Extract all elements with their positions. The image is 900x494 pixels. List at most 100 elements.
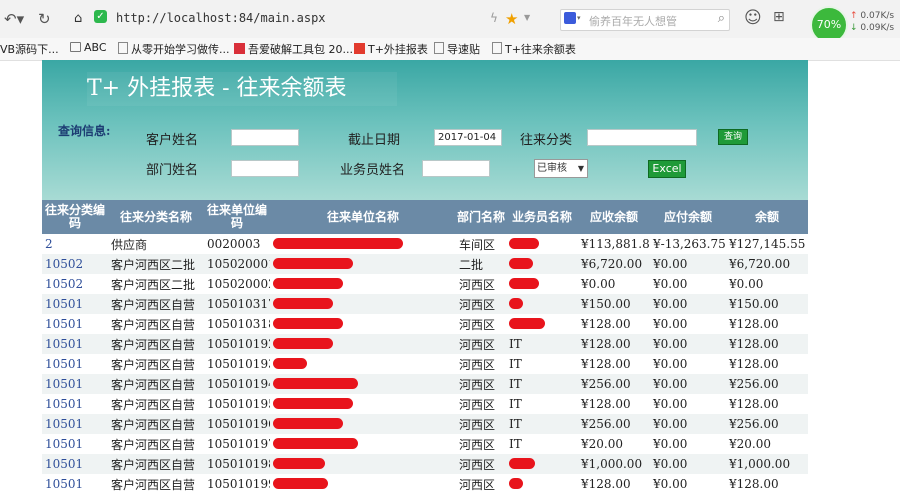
dept-name-input[interactable] [231,160,299,177]
refresh-icon[interactable]: ↻ [38,10,51,28]
cell-salesman [506,274,578,294]
cell-unit-code: 105010199 [204,474,270,494]
bookmark-item[interactable]: 从零开始学习做传... [118,41,230,57]
cell-text: ¥128.00 [729,477,779,491]
table-row[interactable]: 10501 客户河西区自营 105010193 河西区 IT ¥128.00 ¥0.00 ¥1… [42,354,808,374]
cell-text: ¥128.00 [581,317,631,331]
cell-text: 10501 [45,317,84,331]
cell-dept-name: 河西区 [456,434,506,454]
cell-text: 10501 [45,397,84,411]
cell-receivable: ¥113,881.80 [578,234,650,254]
table-row[interactable]: 10501 客户河西区自营 105010196 河西区 IT ¥256.00 ¥0.00 ¥2… [42,414,808,434]
cell-balance: ¥128.00 [726,314,808,334]
smiley-icon[interactable]: ☺ [744,8,762,28]
cell-text: 客户河西区二批 [111,277,196,292]
category-input[interactable] [587,129,697,146]
redaction-mark [509,278,539,289]
cell-text: 客户河西区二批 [111,257,196,272]
extensions-icon[interactable]: ⊞ [773,9,785,25]
redaction-mark [273,398,353,409]
bookmark-item[interactable]: ABC [70,41,107,54]
col-category-name[interactable]: 往来分类名称 [108,200,204,234]
cell-text: ¥20.00 [729,437,771,451]
excel-export-button[interactable]: Excel [648,160,686,178]
table-row[interactable]: 10501 客户河西区自营 105010194 河西区 IT ¥256.00 ¥0.00 ¥2… [42,374,808,394]
cell-dept-name: 河西区 [456,334,506,354]
table-row[interactable]: 10501 客户河西区自营 105010317 河西区 ¥150.00 ¥0.00 ¥150… [42,294,808,314]
cell-text: 105010193 [207,357,270,371]
favorite-star-icon[interactable]: ★ [505,10,518,28]
search-input[interactable]: ▾ 偷养百年无人想管 ⌕ [560,9,730,31]
col-receivable[interactable]: 应收余额 [578,200,650,234]
table-row[interactable]: 10501 客户河西区自营 105010195 河西区 IT ¥128.00 ¥0.00 ¥1… [42,394,808,414]
col-category-code[interactable]: 往来分类编码 [42,200,108,234]
customer-name-input[interactable] [231,129,299,146]
table-row[interactable]: 10502 客户河西区二批 105020002 河西区 ¥0.00 ¥0.00 ¥0.00 [42,274,808,294]
query-button[interactable]: 查询 [718,129,748,145]
cell-text: IT [509,377,522,391]
col-payable[interactable]: 应付余额 [650,200,726,234]
undo-icon[interactable]: ↶▾ [4,10,24,28]
chevron-down-icon[interactable]: ▾ [577,14,581,22]
audit-status-select[interactable]: 已审核 ▼ [534,159,588,178]
home-icon[interactable]: ⌂ [74,11,82,26]
lightning-icon[interactable]: ϟ [490,11,498,25]
network-speed-widget[interactable]: 70% ↑ 0.07K/s ↓ 0.09K/s [810,6,898,44]
col-salesman[interactable]: 业务员名称 [506,200,578,234]
cell-payable: ¥0.00 [650,414,726,434]
cell-balance: ¥150.00 [726,294,808,314]
cell-dept-name: 二批 [456,254,506,274]
cell-unit-code: 105020001 [204,254,270,274]
bookmark-item[interactable]: 导速贴 [434,41,480,57]
cell-category-name: 客户河西区二批 [108,254,204,274]
cutoff-date-input[interactable]: 2017-01-04 [434,129,502,146]
cell-dept-name: 河西区 [456,314,506,334]
cell-category-name: 客户河西区自营 [108,474,204,494]
chevron-down-icon[interactable]: ▼ [524,13,530,22]
bookmark-item[interactable]: T+外挂报表 [354,41,428,57]
customer-name-label: 客户姓名 [146,133,199,148]
table-row[interactable]: 10502 客户河西区二批 105020001 二批 ¥6,720.00 ¥0.00 ¥6,… [42,254,808,274]
bookmark-item[interactable]: VB源码下... [0,41,59,57]
redaction-mark [509,298,523,309]
cell-category-name: 客户河西区自营 [108,354,204,374]
address-bar[interactable]: ⌂ ✓ http://localhost:84/main.aspx [72,8,552,30]
search-icon[interactable]: ⌕ [718,11,725,26]
cell-salesman [506,454,578,474]
cell-text: 10502 [45,277,84,291]
cell-balance: ¥20.00 [726,434,808,454]
bookmark-item[interactable]: T+往来余额表 [492,41,576,57]
col-unit-code[interactable]: 往来单位编码 [204,200,270,234]
table-row[interactable]: 10501 客户河西区自营 105010197 河西区 IT ¥20.00 ¥0.00 ¥20… [42,434,808,454]
salesman-name-input[interactable] [422,160,490,177]
cell-balance: ¥6,720.00 [726,254,808,274]
page-icon [492,42,502,54]
cell-text: ¥20.00 [581,437,623,451]
col-unit-name[interactable]: 往来单位名称 [270,200,456,234]
cell-text: ¥0.00 [653,417,688,431]
cell-unit-code: 105010192 [204,334,270,354]
table-row[interactable]: 2 供应商 0020003 车间区 ¥113,881.80 ¥-13,263.75 ¥127… [42,234,808,254]
cell-unit-code: 105010198 [204,454,270,474]
table-row[interactable]: 10501 客户河西区自营 105010318 河西区 ¥128.00 ¥0.00 ¥128… [42,314,808,334]
cell-text: 河西区 [459,437,496,452]
cell-payable: ¥0.00 [650,394,726,414]
table-row[interactable]: 10501 客户河西区自营 105010198 河西区 ¥1,000.00 ¥0.00 ¥1… [42,454,808,474]
url-text[interactable]: http://localhost:84/main.aspx [116,11,326,25]
cell-balance: ¥256.00 [726,374,808,394]
table-row[interactable]: 10501 客户河西区自营 105010199 河西区 ¥128.00 ¥0.00 ¥128… [42,474,808,494]
cell-text: ¥0.00 [653,297,688,311]
cell-unit-name [270,334,456,354]
table-row[interactable]: 10501 客户河西区自营 105010192 河西区 IT ¥128.00 ¥0.00 ¥1… [42,334,808,354]
cell-text: 10501 [45,477,84,491]
search-engine-icon[interactable] [564,12,576,24]
bookmark-item[interactable]: 吾爱破解工具包 20... [234,41,353,57]
col-balance[interactable]: 余额 [726,200,808,234]
cell-receivable: ¥128.00 [578,314,650,334]
cell-dept-name: 河西区 [456,414,506,434]
cell-salesman: IT [506,434,578,454]
cell-receivable: ¥128.00 [578,334,650,354]
cell-unit-code: 105010195 [204,394,270,414]
col-dept-name[interactable]: 部门名称 [456,200,506,234]
cell-text: ¥6,720.00 [729,257,791,271]
